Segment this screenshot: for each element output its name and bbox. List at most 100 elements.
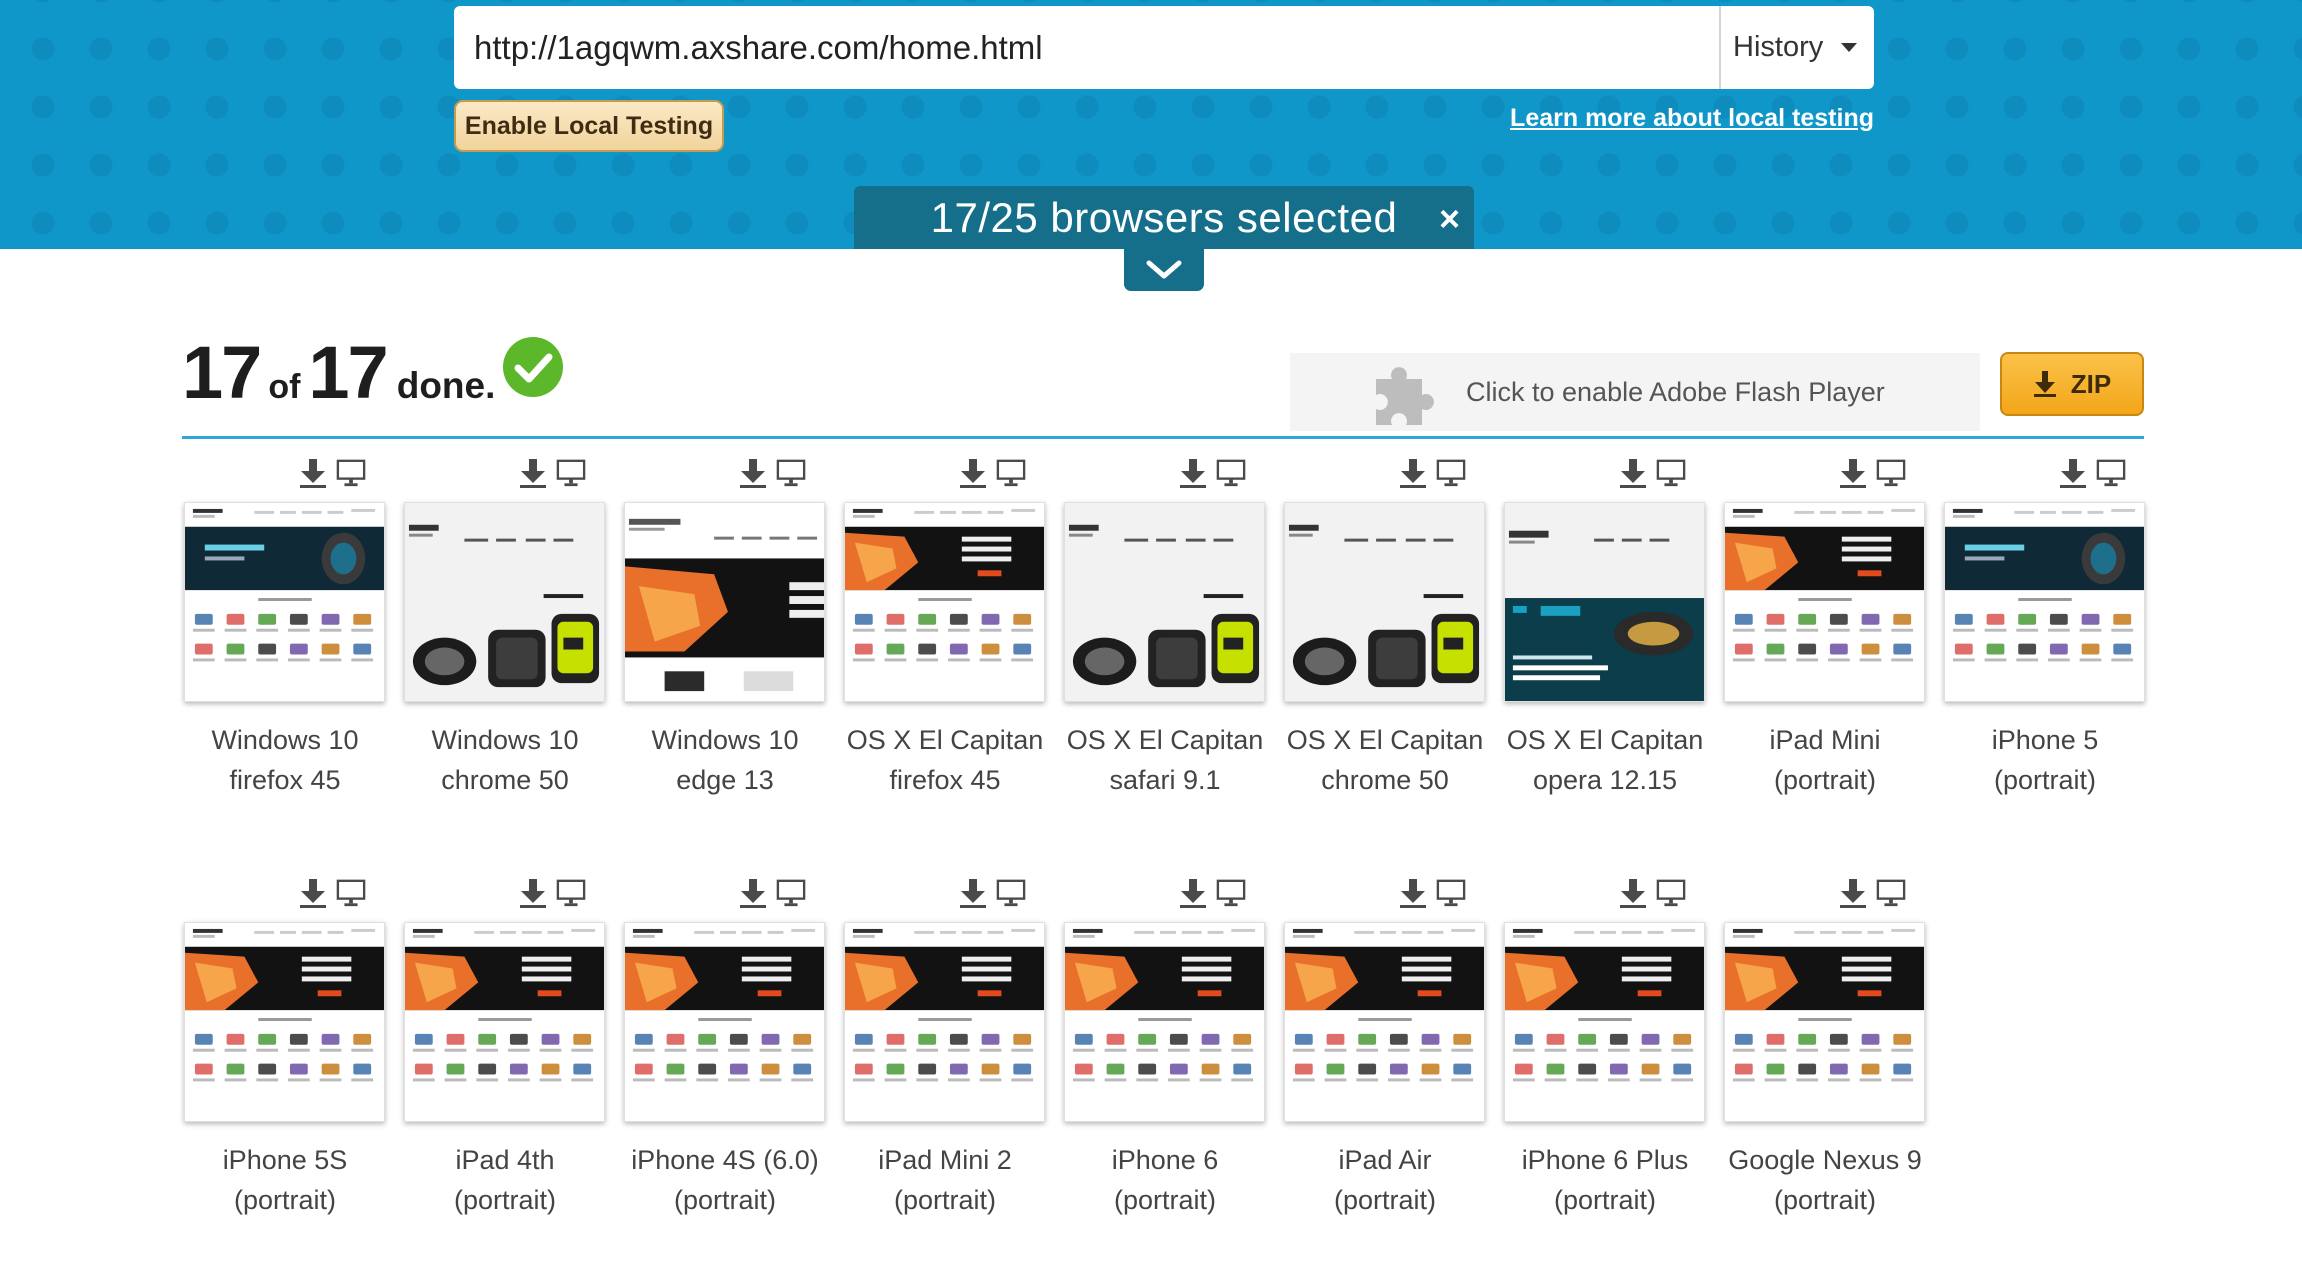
browser-label: iPhone 6 Plus (portrait) <box>1502 1140 1708 1220</box>
download-icon[interactable] <box>298 877 328 909</box>
monitor-icon[interactable] <box>996 877 1026 909</box>
monitor-icon[interactable] <box>776 877 806 909</box>
download-icon[interactable] <box>2058 457 2088 489</box>
close-icon[interactable]: × <box>1439 198 1460 240</box>
download-icon[interactable] <box>1618 877 1648 909</box>
monitor-icon[interactable] <box>1876 877 1906 909</box>
screenshot-thumbnail[interactable] <box>1284 502 1485 702</box>
screenshot-thumbnail[interactable] <box>844 502 1045 702</box>
screenshot-thumbnail[interactable] <box>1944 502 2145 702</box>
page-preview-image <box>625 923 824 1121</box>
screenshot-thumbnail[interactable] <box>844 922 1045 1122</box>
screenshot-thumbnail[interactable] <box>624 502 825 702</box>
browser-version: firefox 45 <box>889 765 1001 795</box>
screenshot-card: iPad Mini (portrait) <box>1722 452 1942 814</box>
zip-download-button[interactable]: ZIP <box>2000 352 2144 416</box>
screenshot-card: iPad 4th (portrait) <box>402 872 622 1234</box>
download-icon[interactable] <box>958 877 988 909</box>
screenshot-thumbnail[interactable] <box>1504 502 1705 702</box>
browser-label: iPad 4th (portrait) <box>402 1140 608 1220</box>
monitor-icon[interactable] <box>556 877 586 909</box>
monitor-icon[interactable] <box>776 457 806 489</box>
history-dropdown[interactable]: History <box>1719 6 1874 89</box>
download-icon[interactable] <box>1838 877 1868 909</box>
monitor-icon[interactable] <box>336 457 366 489</box>
page-preview-image <box>185 503 384 701</box>
monitor-icon[interactable] <box>1656 457 1686 489</box>
download-icon[interactable] <box>738 877 768 909</box>
screenshot-thumbnail[interactable] <box>1284 922 1485 1122</box>
monitor-icon[interactable] <box>556 457 586 489</box>
browser-name: OS X El Capitan <box>846 725 1044 755</box>
download-icon[interactable] <box>1178 877 1208 909</box>
screenshot-thumbnail[interactable] <box>624 922 825 1122</box>
browser-name: iPhone 6 Plus <box>1521 1145 1689 1175</box>
screenshot-thumbnail[interactable] <box>184 502 385 702</box>
screenshot-thumbnail[interactable] <box>1724 502 1925 702</box>
screenshot-thumbnail[interactable] <box>1064 502 1265 702</box>
enable-local-testing-button[interactable]: Enable Local Testing <box>454 100 724 152</box>
monitor-icon[interactable] <box>1876 457 1906 489</box>
download-icon[interactable] <box>518 877 548 909</box>
expand-browsers-button[interactable] <box>1124 249 1204 291</box>
download-icon[interactable] <box>1618 457 1648 489</box>
monitor-icon[interactable] <box>1656 877 1686 909</box>
monitor-icon[interactable] <box>1216 877 1246 909</box>
learn-more-local-testing-link[interactable]: Learn more about local testing <box>1510 104 1874 133</box>
screenshot-card: iPhone 6 Plus (portrait) <box>1502 872 1722 1234</box>
card-actions <box>2058 456 2126 490</box>
download-icon[interactable] <box>1398 877 1428 909</box>
download-icon[interactable] <box>1838 457 1868 489</box>
browser-version: (portrait) <box>893 1185 996 1215</box>
zip-label: ZIP <box>2070 368 2112 399</box>
of-word: of <box>268 368 301 406</box>
screenshot-thumbnail[interactable] <box>1064 922 1265 1122</box>
download-icon[interactable] <box>738 457 768 489</box>
screenshot-grid: Windows 10 firefox 45 Windows 10 chrome … <box>182 452 2162 1234</box>
download-icon[interactable] <box>518 457 548 489</box>
download-icon[interactable] <box>1178 457 1208 489</box>
browser-label: iPhone 6 (portrait) <box>1062 1140 1268 1220</box>
screenshot-card: iPhone 5S (portrait) <box>182 872 402 1234</box>
monitor-icon[interactable] <box>1436 457 1466 489</box>
download-icon[interactable] <box>1398 457 1428 489</box>
monitor-icon[interactable] <box>1216 457 1246 489</box>
caret-down-icon <box>1841 43 1858 52</box>
page-preview-image <box>845 503 1044 701</box>
screenshot-thumbnail[interactable] <box>184 922 385 1122</box>
enable-flash-button[interactable]: Click to enable Adobe Flash Player <box>1290 353 1980 431</box>
monitor-icon[interactable] <box>1436 877 1466 909</box>
screenshot-card: iPad Mini 2 (portrait) <box>842 872 1062 1234</box>
browser-name: iPhone 5S <box>222 1145 348 1175</box>
browser-name: OS X El Capitan <box>1286 725 1484 755</box>
card-actions <box>1398 876 1466 910</box>
screenshot-thumbnail[interactable] <box>1504 922 1705 1122</box>
card-actions <box>1398 456 1466 490</box>
browser-label: Windows 10 edge 13 <box>622 720 828 800</box>
browser-version: (portrait) <box>453 1185 556 1215</box>
browser-label: iPhone 5S (portrait) <box>182 1140 388 1220</box>
browser-label: iPhone 4S (6.0) (portrait) <box>622 1140 828 1220</box>
monitor-icon[interactable] <box>336 877 366 909</box>
done-count: 17 <box>182 331 262 414</box>
screenshot-thumbnail[interactable] <box>404 502 605 702</box>
download-icon[interactable] <box>958 457 988 489</box>
browsers-selected-bar[interactable]: 17/25 browsers selected × <box>854 186 1474 249</box>
browser-label: iPad Air (portrait) <box>1282 1140 1488 1220</box>
monitor-icon[interactable] <box>996 457 1026 489</box>
browser-version: chrome 50 <box>441 765 569 795</box>
page-preview-image <box>1285 923 1484 1121</box>
page-preview-image <box>1505 923 1704 1121</box>
browser-version: firefox 45 <box>229 765 341 795</box>
download-icon[interactable] <box>298 457 328 489</box>
url-input[interactable] <box>454 6 1719 89</box>
screenshot-card: Google Nexus 9 (portrait) <box>1722 872 1942 1234</box>
browser-version: (portrait) <box>673 1185 776 1215</box>
monitor-icon[interactable] <box>2096 457 2126 489</box>
page-preview-image <box>185 923 384 1121</box>
screenshot-thumbnail[interactable] <box>1724 922 1925 1122</box>
screenshot-thumbnail[interactable] <box>404 922 605 1122</box>
browser-version: (portrait) <box>1333 1185 1436 1215</box>
flash-label: Click to enable Adobe Flash Player <box>1466 376 1885 407</box>
card-actions <box>1618 456 1686 490</box>
